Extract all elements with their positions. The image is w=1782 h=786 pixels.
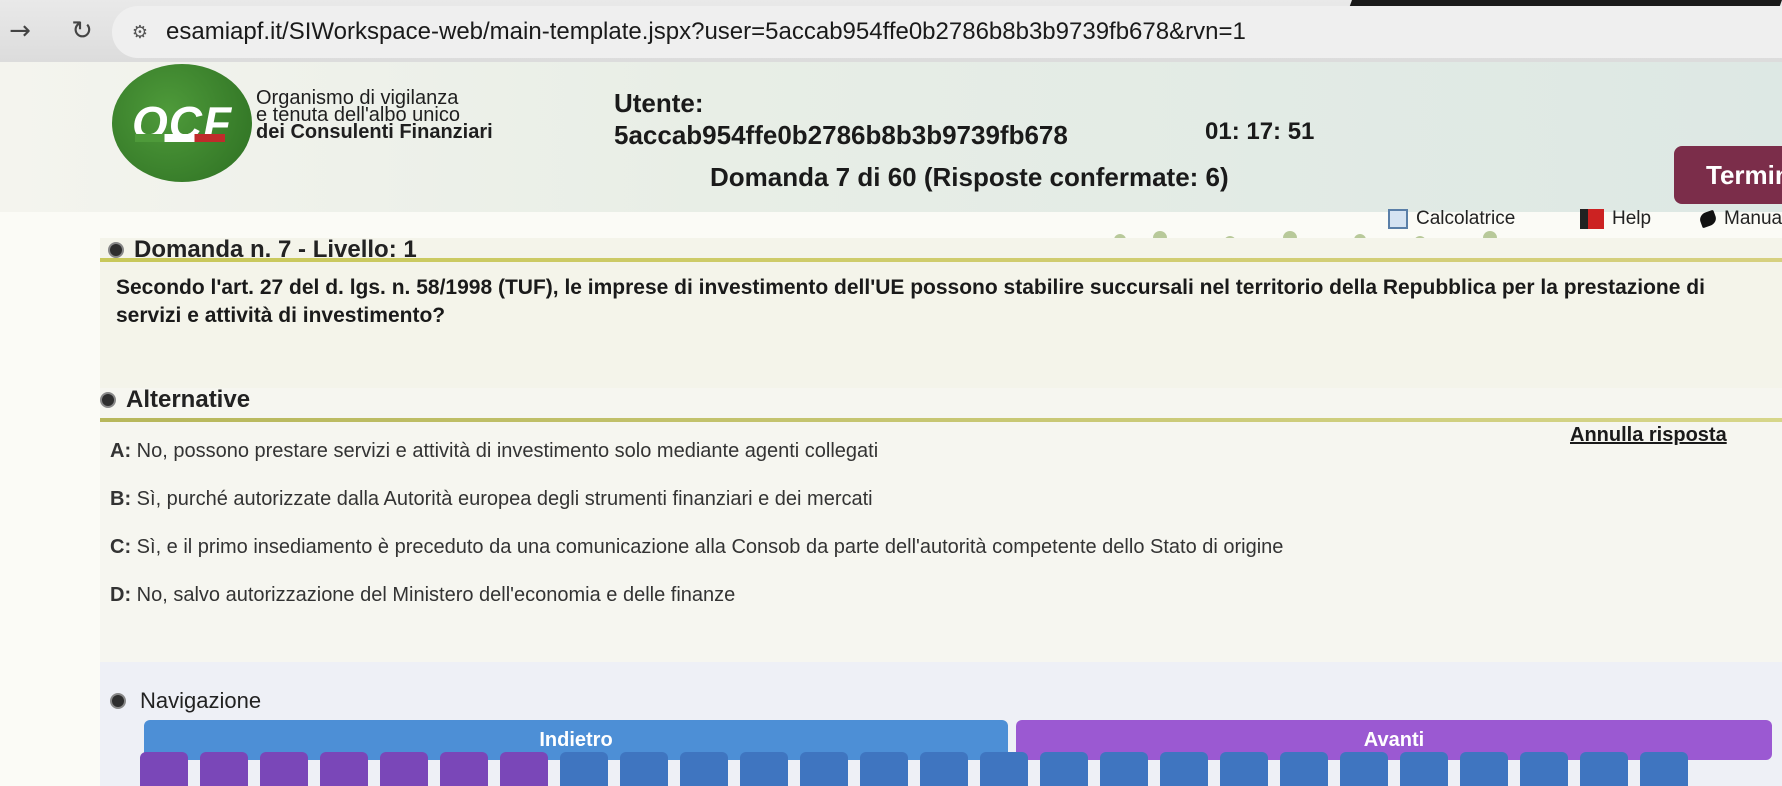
reload-icon[interactable]: ↻	[62, 16, 102, 46]
question-title-text: Domanda n. 7 - Livello: 1	[134, 236, 417, 263]
question-number-button[interactable]	[200, 752, 248, 786]
user-label: Utente:	[614, 88, 704, 118]
answer-option-b[interactable]: B: Sì, purché autorizzate dalla Autorità…	[110, 488, 873, 511]
annulla-risposta-link[interactable]: Annulla risposta	[1570, 424, 1727, 447]
question-number-button[interactable]	[1220, 752, 1268, 786]
alternatives-title-text: Alternative	[126, 386, 251, 413]
question-number-button[interactable]	[1520, 752, 1568, 786]
question-number-button[interactable]	[440, 752, 488, 786]
question-number-button[interactable]	[680, 752, 728, 786]
alternatives-divider	[100, 418, 1782, 422]
question-number-button[interactable]	[1400, 752, 1448, 786]
exam-page: OCF Organismo di vigilanza e tenuta dell…	[0, 62, 1782, 786]
ocf-logo: OCF	[112, 64, 252, 182]
navigation-bullet-icon	[110, 693, 126, 709]
question-number-button[interactable]	[320, 752, 368, 786]
user-id: 5accab954ffe0b2786b8b3b9739fb678	[614, 120, 1068, 150]
question-number-button[interactable]	[260, 752, 308, 786]
question-number-button[interactable]	[500, 752, 548, 786]
manual-label: Manua	[1724, 208, 1782, 229]
exam-timer: 01: 17: 51	[1205, 118, 1315, 145]
question-number-button[interactable]	[740, 752, 788, 786]
logo-flag-stripe	[135, 134, 225, 142]
question-number-button[interactable]	[1040, 752, 1088, 786]
question-number-button[interactable]	[800, 752, 848, 786]
alternatives-title: Alternative	[100, 386, 250, 414]
org-line-3: dei Consulenti Finanziari	[256, 121, 493, 143]
answer-letter: C:	[110, 536, 132, 558]
manual-link[interactable]: Manua	[1698, 208, 1782, 230]
question-number-button[interactable]	[560, 752, 608, 786]
calculator-link[interactable]: Calcolatrice	[1388, 208, 1515, 230]
answer-option-d[interactable]: D: No, salvo autorizzazione del Minister…	[110, 584, 735, 607]
answer-letter: B:	[110, 488, 132, 510]
answer-option-a[interactable]: A: No, possono prestare servizi e attivi…	[110, 440, 878, 463]
calculator-icon	[1388, 209, 1408, 229]
org-name: Organismo di vigilanza e tenuta dell'alb…	[256, 88, 493, 143]
site-settings-icon[interactable]: ⚙	[122, 17, 158, 47]
question-number-button[interactable]	[1280, 752, 1328, 786]
answer-letter: D:	[110, 584, 132, 606]
question-number-button[interactable]	[1460, 752, 1508, 786]
help-label: Help	[1612, 208, 1652, 229]
question-number-grid	[140, 752, 1688, 786]
question-number-button[interactable]	[920, 752, 968, 786]
question-number-button[interactable]	[380, 752, 428, 786]
question-bullet-icon	[108, 242, 124, 258]
question-number-button[interactable]	[1640, 752, 1688, 786]
termina-button[interactable]: Termina	[1674, 146, 1782, 204]
question-number-button[interactable]	[1160, 752, 1208, 786]
question-number-button[interactable]	[1100, 752, 1148, 786]
question-number-button[interactable]	[1580, 752, 1628, 786]
answer-text: Sì, e il primo insediamento è preceduto …	[131, 536, 1284, 558]
manual-icon	[1698, 209, 1718, 229]
question-number-button[interactable]	[1340, 752, 1388, 786]
question-number-button[interactable]	[860, 752, 908, 786]
forward-icon[interactable]: →	[0, 16, 40, 46]
alternatives-panel	[100, 388, 1782, 668]
question-number-button[interactable]	[140, 752, 188, 786]
navigation-title-text: Navigazione	[140, 688, 262, 713]
question-title: Domanda n. 7 - Livello: 1	[108, 236, 417, 264]
question-counter: Domanda 7 di 60 (Risposte confermate: 6)	[710, 162, 1229, 192]
help-link[interactable]: Help	[1580, 208, 1651, 230]
answer-option-c[interactable]: C: Sì, e il primo insediamento è precedu…	[110, 536, 1283, 559]
answer-text: No, salvo autorizzazione del Ministero d…	[131, 584, 736, 606]
header: OCF Organismo di vigilanza e tenuta dell…	[0, 62, 1782, 266]
question-number-button[interactable]	[620, 752, 668, 786]
calculator-label: Calcolatrice	[1416, 208, 1516, 229]
answer-text: Sì, purché autorizzate dalla Autorità eu…	[131, 488, 873, 510]
answer-text: No, possono prestare servizi e attività …	[131, 440, 879, 462]
alternatives-bullet-icon	[100, 392, 116, 408]
question-number-button[interactable]	[980, 752, 1028, 786]
question-text: Secondo l'art. 27 del d. lgs. n. 58/1998…	[116, 276, 1705, 327]
answer-letter: A:	[110, 440, 132, 462]
help-icon	[1580, 209, 1604, 229]
navigation-title: Navigazione	[110, 688, 261, 714]
address-bar[interactable]: ⚙ esamiapf.it/SIWorkspace-web/main-templ…	[112, 6, 1782, 58]
url-text: esamiapf.it/SIWorkspace-web/main-templat…	[166, 18, 1246, 45]
